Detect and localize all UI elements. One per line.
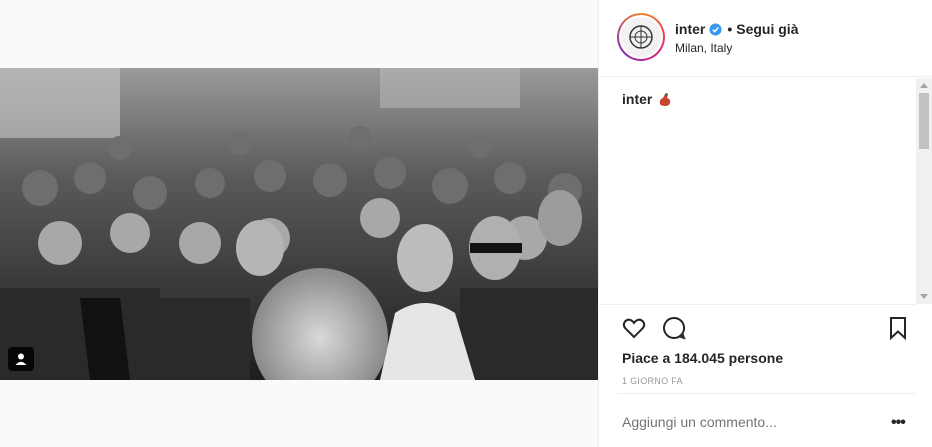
user-line: inter • Segui già	[675, 21, 798, 37]
caption-scrollbar[interactable]	[916, 78, 932, 304]
separator-dot: •	[727, 21, 733, 37]
comment-input[interactable]	[622, 414, 872, 430]
divider	[599, 304, 916, 305]
avatar[interactable]	[617, 13, 665, 61]
post-header: inter • Segui già Milan, Italy	[599, 0, 932, 77]
caption: inter	[622, 91, 673, 107]
divider	[617, 393, 916, 394]
crest-icon	[629, 25, 653, 49]
media-panel	[0, 0, 598, 447]
post-timestamp[interactable]: 1 GIORNO FA	[622, 376, 683, 386]
crowd-selfie-image	[0, 68, 598, 380]
follow-button[interactable]: Segui già	[736, 21, 798, 37]
comment-icon[interactable]	[661, 315, 687, 341]
scroll-thumb[interactable]	[919, 93, 929, 149]
bookmark-icon[interactable]	[885, 315, 911, 341]
likes-count[interactable]: Piace a 184.045 persone	[622, 350, 783, 366]
inter-logo	[621, 17, 661, 57]
verified-badge-icon	[709, 22, 722, 36]
user-tag-button[interactable]	[8, 347, 34, 371]
instagram-post-viewer: inter • Segui già Milan, Italy inter Pia…	[0, 0, 932, 447]
user-tag-icon	[15, 353, 27, 365]
location-link[interactable]: Milan, Italy	[675, 41, 732, 55]
scroll-up-arrow-icon[interactable]	[920, 83, 928, 88]
post-details-panel: inter • Segui già Milan, Italy inter Pia…	[598, 0, 932, 447]
post-photo[interactable]	[0, 68, 598, 380]
scroll-down-arrow-icon[interactable]	[920, 294, 928, 299]
username-link[interactable]: inter	[675, 21, 705, 37]
flexed-arm-emoji-icon	[660, 93, 671, 106]
heart-icon[interactable]	[621, 315, 647, 341]
caption-username-link[interactable]: inter	[622, 91, 652, 107]
more-options-button[interactable]: •••	[891, 414, 906, 432]
